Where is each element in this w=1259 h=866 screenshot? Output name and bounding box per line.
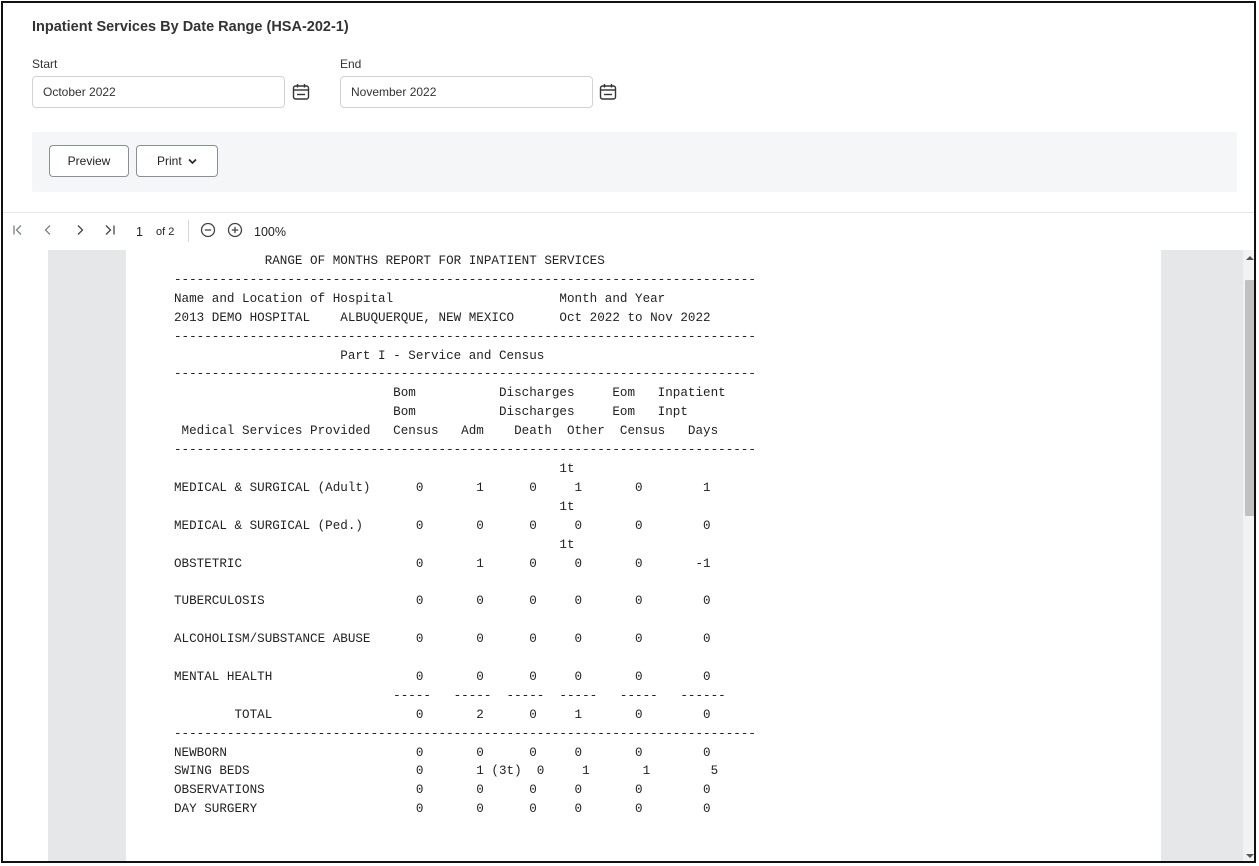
report-text: RANGE OF MONTHS REPORT FOR INPATIENT SER… — [174, 252, 756, 819]
report-line: Medical Services Provided Census Adm Dea… — [174, 424, 719, 439]
report-line: RANGE OF MONTHS REPORT FOR INPATIENT SER… — [174, 254, 605, 268]
preview-button[interactable]: Preview — [49, 145, 129, 177]
preview-button-label: Preview — [67, 154, 111, 168]
report-line: ----------------------------------------… — [174, 272, 756, 287]
report-line: DAY SURGERY 0 0 0 0 0 0 — [174, 802, 711, 817]
report-line: SWING BEDS 0 1 (3t) 0 1 1 5 — [174, 764, 719, 779]
report-line: TOTAL 0 2 0 1 0 0 — [174, 707, 711, 722]
end-calendar-icon[interactable] — [599, 83, 617, 101]
report-line: MENTAL HEALTH 0 0 0 0 0 0 — [174, 669, 711, 684]
page-title: Inpatient Services By Date Range (HSA-20… — [32, 19, 349, 35]
toolbar-divider — [3, 212, 1254, 213]
start-calendar-icon[interactable] — [292, 83, 310, 101]
zoom-out-icon[interactable] — [200, 222, 216, 238]
report-line: Part I - Service and Census — [174, 348, 545, 363]
report-line: Name and Location of Hospital Month and … — [174, 291, 666, 306]
print-button[interactable]: Print — [136, 145, 218, 177]
last-page-icon[interactable] — [104, 224, 118, 236]
report-line: ----------------------------------------… — [174, 726, 756, 741]
report-line: 2013 DEMO HOSPITAL ALBUQUERQUE, NEW MEXI… — [174, 310, 711, 325]
report-line — [174, 649, 756, 668]
report-line: 1t — [174, 537, 575, 552]
report-line: ----------------------------------------… — [174, 367, 756, 382]
report-line: ----------------------------------------… — [174, 443, 756, 458]
end-label: End — [340, 57, 362, 71]
report-page: RANGE OF MONTHS REPORT FOR INPATIENT SER… — [126, 250, 1161, 861]
start-label: Start — [32, 57, 58, 71]
scroll-down-arrow-icon[interactable] — [1246, 854, 1254, 858]
report-line: Bom Discharges Eom Inpt — [174, 405, 688, 420]
zoom-level[interactable]: 100% — [254, 225, 286, 239]
report-line: OBSERVATIONS 0 0 0 0 0 0 — [174, 783, 711, 798]
report-line — [174, 611, 756, 630]
report-line: TUBERCULOSIS 0 0 0 0 0 0 — [174, 594, 711, 609]
report-line: OBSTETRIC 0 1 0 0 0 -1 — [174, 556, 711, 571]
next-page-icon[interactable] — [75, 224, 85, 236]
vertical-scrollbar[interactable] — [1243, 250, 1254, 861]
scroll-up-arrow-icon[interactable] — [1246, 256, 1254, 260]
report-viewer: RANGE OF MONTHS REPORT FOR INPATIENT SER… — [48, 250, 1243, 861]
end-date-field[interactable]: November 2022 — [340, 76, 593, 108]
previous-page-icon[interactable] — [43, 224, 53, 236]
zoom-in-icon[interactable] — [227, 222, 243, 238]
chevron-down-icon — [188, 159, 197, 165]
report-line: ----- ----- ----- ----- ----- ------ — [174, 688, 726, 703]
report-line: 1t — [174, 461, 575, 476]
first-page-icon[interactable] — [12, 224, 24, 236]
toolbar-separator — [188, 220, 189, 242]
report-line: ----------------------------------------… — [174, 329, 756, 344]
report-line: MEDICAL & SURGICAL (Ped.) 0 0 0 0 0 0 — [174, 518, 711, 533]
print-button-label: Print — [156, 154, 182, 168]
report-line: Bom Discharges Eom Inpatient — [174, 386, 726, 401]
page-number[interactable]: 1 — [136, 225, 143, 239]
report-window: Inpatient Services By Date Range (HSA-20… — [1, 1, 1256, 863]
report-line — [174, 573, 756, 592]
page-count: of 2 — [156, 226, 175, 238]
scrollbar-thumb[interactable] — [1245, 280, 1254, 516]
report-line: MEDICAL & SURGICAL (Adult) 0 1 0 1 0 1 — [174, 480, 711, 495]
action-bar: Preview Print — [32, 132, 1237, 192]
viewer-toolbar: 1 of 2 100% — [3, 216, 1254, 246]
report-line: ALCOHOLISM/SUBSTANCE ABUSE 0 0 0 0 0 0 — [174, 632, 711, 647]
start-date-field[interactable]: October 2022 — [32, 76, 285, 108]
report-line: NEWBORN 0 0 0 0 0 0 — [174, 745, 711, 760]
report-line: 1t — [174, 499, 575, 514]
